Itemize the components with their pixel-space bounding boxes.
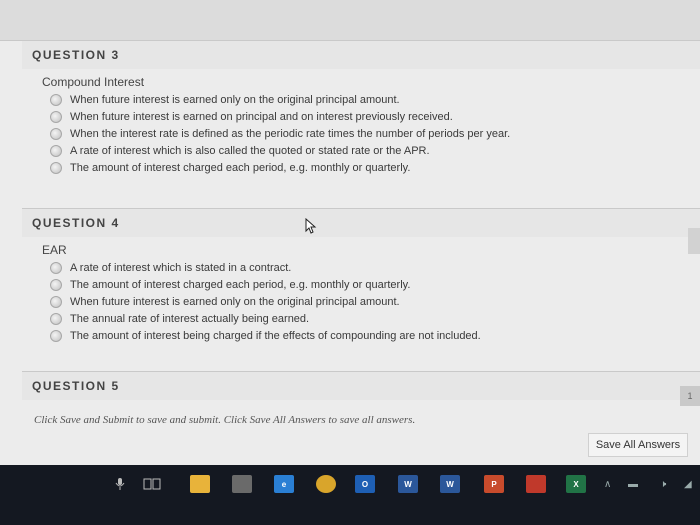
answer-text: When future interest is earned on princi… bbox=[70, 110, 453, 123]
side-tab[interactable] bbox=[688, 228, 700, 254]
radio-button[interactable] bbox=[50, 278, 62, 291]
answer-text: The amount of interest being charged if … bbox=[70, 329, 481, 342]
question-header: QUESTION 3 bbox=[22, 40, 700, 69]
chevron-up-icon[interactable]: ∧ bbox=[604, 479, 611, 490]
mouse-cursor-icon bbox=[305, 218, 317, 234]
question-4: QUESTION 4 EAR A rate of interest which … bbox=[22, 208, 700, 344]
radio-button[interactable] bbox=[50, 312, 62, 325]
radio-button[interactable] bbox=[50, 144, 62, 157]
answer-option[interactable]: When future interest is earned on princi… bbox=[50, 108, 700, 125]
top-bar bbox=[0, 0, 700, 41]
answer-text: The amount of interest charged each peri… bbox=[70, 161, 411, 174]
answer-option[interactable]: The amount of interest charged each peri… bbox=[50, 159, 700, 176]
battery-icon[interactable]: ▬ bbox=[628, 479, 638, 490]
answer-option[interactable]: When future interest is earned only on t… bbox=[50, 293, 700, 310]
radio-button[interactable] bbox=[50, 261, 62, 274]
radio-button[interactable] bbox=[50, 93, 62, 106]
word-icon[interactable]: W bbox=[440, 475, 460, 493]
windows-taskbar bbox=[0, 465, 700, 525]
excel-icon[interactable]: X bbox=[566, 475, 586, 493]
word-icon[interactable]: W bbox=[398, 475, 418, 493]
answer-text: The annual rate of interest actually bei… bbox=[70, 312, 310, 325]
volume-icon[interactable]: 🕨 bbox=[660, 479, 666, 490]
question-title: EAR bbox=[42, 243, 67, 257]
file-explorer-icon[interactable] bbox=[190, 475, 210, 493]
question-header: QUESTION 5 bbox=[22, 371, 700, 400]
answer-option[interactable]: When future interest is earned only on t… bbox=[50, 91, 700, 108]
submit-instructions: Click Save and Submit to save and submit… bbox=[34, 414, 416, 426]
store-icon[interactable] bbox=[232, 475, 252, 493]
answer-text: The amount of interest charged each peri… bbox=[70, 278, 411, 291]
save-all-answers-button[interactable]: Save All Answers bbox=[588, 433, 688, 457]
edge-icon[interactable]: e bbox=[274, 475, 294, 493]
task-view-icon[interactable] bbox=[142, 475, 162, 493]
answer-option[interactable]: A rate of interest which is also called … bbox=[50, 142, 700, 159]
radio-button[interactable] bbox=[50, 295, 62, 308]
wifi-icon[interactable]: ◢ bbox=[684, 479, 692, 490]
question-3: QUESTION 3 Compound Interest When future… bbox=[22, 40, 700, 176]
radio-button[interactable] bbox=[50, 161, 62, 174]
powerpoint-icon[interactable]: P bbox=[484, 475, 504, 493]
paint-icon[interactable] bbox=[526, 475, 546, 493]
outlook-icon[interactable]: O bbox=[355, 475, 375, 493]
answer-option[interactable]: The amount of interest being charged if … bbox=[50, 327, 700, 344]
answer-text: When future interest is earned only on t… bbox=[70, 295, 400, 308]
question-title: Compound Interest bbox=[42, 75, 145, 89]
question-5: QUESTION 5 bbox=[22, 371, 700, 400]
radio-button[interactable] bbox=[50, 110, 62, 123]
radio-button[interactable] bbox=[50, 329, 62, 342]
answer-option[interactable]: A rate of interest which is stated in a … bbox=[50, 259, 700, 276]
answer-option[interactable]: When the interest rate is defined as the… bbox=[50, 125, 700, 142]
radio-button[interactable] bbox=[50, 127, 62, 140]
answer-option[interactable]: The annual rate of interest actually bei… bbox=[50, 310, 700, 327]
microphone-icon[interactable] bbox=[110, 475, 130, 493]
answer-list: A rate of interest which is stated in a … bbox=[50, 259, 700, 344]
chrome-icon[interactable] bbox=[316, 475, 336, 493]
page-badge: 1 bbox=[680, 386, 700, 406]
answer-text: When future interest is earned only on t… bbox=[70, 93, 400, 106]
question-header: QUESTION 4 bbox=[22, 208, 700, 237]
answer-text: A rate of interest which is stated in a … bbox=[70, 261, 292, 274]
answer-option[interactable]: The amount of interest charged each peri… bbox=[50, 276, 700, 293]
answer-text: A rate of interest which is also called … bbox=[70, 144, 430, 157]
answer-list: When future interest is earned only on t… bbox=[50, 91, 700, 176]
answer-text: When the interest rate is defined as the… bbox=[70, 127, 511, 140]
